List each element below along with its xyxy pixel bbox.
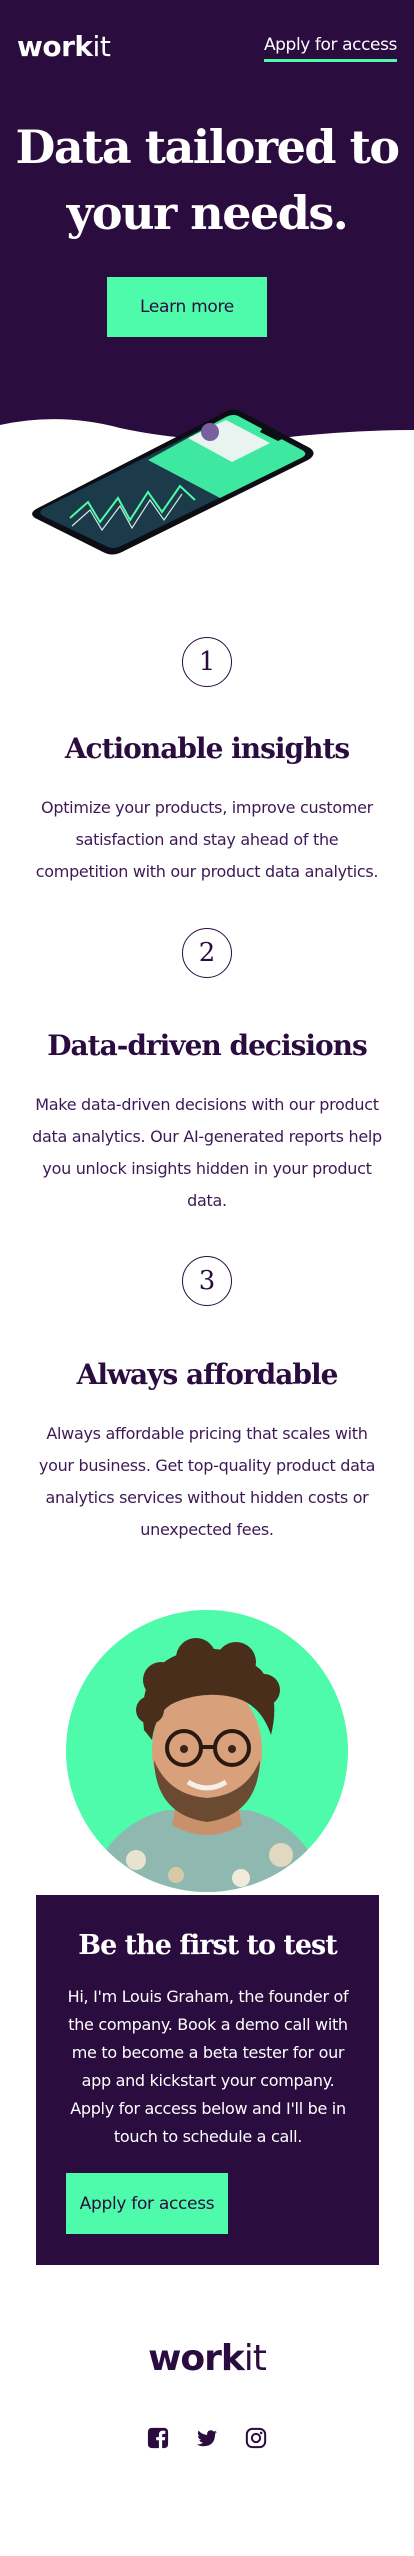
feature-description: Make data-driven decisions with our prod…: [32, 1095, 382, 1210]
facebook-icon[interactable]: [147, 2427, 169, 2449]
instagram-icon[interactable]: [245, 2427, 267, 2449]
brand-logo[interactable]: workit: [17, 30, 111, 63]
feature-number-badge: 3: [182, 1256, 232, 1306]
apply-for-access-button[interactable]: Apply for access: [66, 2173, 228, 2234]
feature-number-badge: 1: [182, 637, 232, 687]
cta-section: Be the first to test Hi, I'm Louis Graha…: [36, 1895, 379, 2265]
founder-portrait-image: [86, 1638, 328, 1892]
footer-logo[interactable]: workit: [0, 2338, 414, 2379]
feature-description: Optimize your products, improve customer…: [35, 798, 379, 881]
feature-description: Always affordable pricing that scales wi…: [38, 1424, 376, 1539]
top-navigation: workit Apply for access: [0, 0, 414, 100]
feature-number-badge: 2: [182, 928, 232, 978]
founder-avatar: [66, 1610, 348, 1892]
twitter-icon[interactable]: [196, 2427, 218, 2449]
feature-title: Actionable insights: [64, 732, 350, 765]
hero-section: workit Apply for access Data tailored to…: [0, 0, 414, 560]
apply-for-access-link[interactable]: Apply for access: [263, 35, 397, 62]
feature-title: Always affordable: [76, 1358, 339, 1391]
cta-description: Hi, I'm Louis Graham, the founder of the…: [67, 1987, 349, 2146]
phone-mockup-image: [32, 409, 314, 555]
learn-more-button[interactable]: Learn more: [107, 277, 267, 337]
hero-title: Data tailored to your needs.: [15, 120, 400, 240]
feature-title: Data-driven decisions: [47, 1029, 368, 1062]
cta-title: Be the first to test: [78, 1930, 337, 1961]
